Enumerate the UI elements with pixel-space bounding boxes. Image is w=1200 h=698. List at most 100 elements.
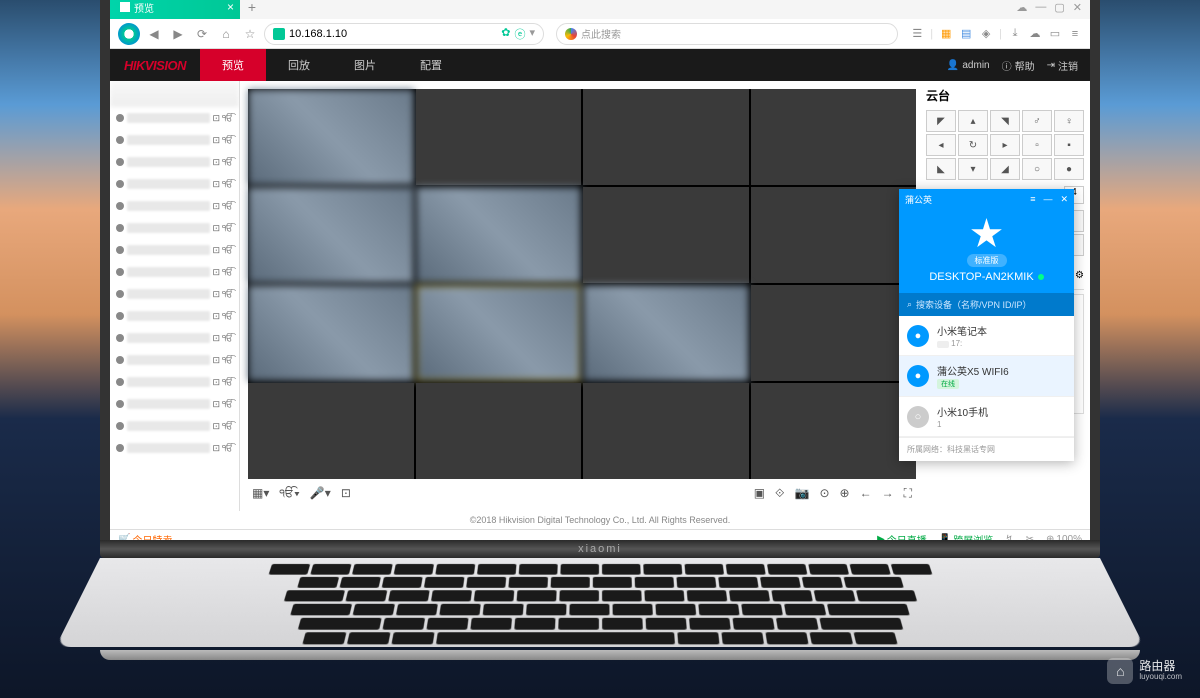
record-icon[interactable]: ⊡ <box>213 311 221 322</box>
menu-icon[interactable]: ☰ <box>910 27 924 41</box>
camera-item[interactable]: ⊡ੴ <box>110 415 239 437</box>
camera-item[interactable]: ⊡ੴ <box>110 349 239 371</box>
record-all-icon[interactable]: ⟐ <box>775 486 784 501</box>
ptz-up[interactable]: ▴ <box>958 110 988 132</box>
vpn-search-input[interactable]: ⌕ 搜索设备（名称/VPN ID/IP） <box>899 293 1074 316</box>
camera-item[interactable]: ⊡ੴ <box>110 261 239 283</box>
logout-button[interactable]: ⇥注销 <box>1047 58 1078 73</box>
stream-icon[interactable]: ੴ▾ <box>279 486 299 501</box>
video-cell[interactable] <box>583 187 749 283</box>
layout-icon[interactable]: ▦▾ <box>252 486 269 501</box>
menu-preview[interactable]: 预览 <box>200 49 266 81</box>
account-icon[interactable]: ▭ <box>1048 27 1062 41</box>
record-icon[interactable]: ⊙ <box>819 486 829 501</box>
ext-icon[interactable]: ▤ <box>959 27 973 41</box>
live-link[interactable]: ▶ 今日直播 <box>877 532 927 540</box>
camera-item[interactable]: ⊡ੴ <box>110 327 239 349</box>
snapshot-icon[interactable]: ੴ <box>222 333 233 344</box>
snapshot-icon[interactable]: ੴ <box>222 245 233 256</box>
camera-item[interactable]: ⊡ੴ <box>110 393 239 415</box>
menu-picture[interactable]: 图片 <box>332 49 398 81</box>
camera-item[interactable]: ⊡ੴ <box>110 283 239 305</box>
camera-item[interactable]: ⊡ੴ <box>110 239 239 261</box>
snapshot-icon[interactable]: ੴ <box>222 443 233 454</box>
ptz-down-left[interactable]: ◣ <box>926 158 956 180</box>
audio-icon[interactable]: 🎤▾ <box>310 486 331 501</box>
menu-config[interactable]: 配置 <box>398 49 464 81</box>
ptz-auto[interactable]: ↻ <box>958 134 988 156</box>
snapshot-icon[interactable]: ੴ <box>222 223 233 234</box>
zoom-display[interactable]: ⊕ 100% <box>1046 534 1082 540</box>
snapshot-icon[interactable]: ੴ <box>222 399 233 410</box>
camera-item[interactable]: ⊡ੴ <box>110 437 239 459</box>
snapshot-icon[interactable]: ੴ <box>222 311 233 322</box>
addr-ext-icon[interactable]: ⓔ <box>514 26 525 42</box>
browser-logo-icon[interactable] <box>118 23 140 45</box>
ptz-right[interactable]: ▸ <box>990 134 1020 156</box>
new-tab-button[interactable]: + <box>240 0 264 19</box>
record-icon[interactable]: ⊡ <box>213 135 221 146</box>
capture-icon[interactable]: 📷 <box>795 486 810 501</box>
record-icon[interactable]: ⊡ <box>213 377 221 388</box>
favorite-button[interactable]: ☆ <box>240 24 260 44</box>
video-cell[interactable] <box>416 89 582 185</box>
ptz-up-right[interactable]: ◥ <box>990 110 1020 132</box>
video-cell[interactable] <box>583 383 749 479</box>
video-cell[interactable] <box>751 383 917 479</box>
addr-dropdown-icon[interactable]: ▾ <box>529 26 535 42</box>
snapshot-icon[interactable]: ▣ <box>754 486 765 501</box>
prev-icon[interactable]: ← <box>860 486 872 501</box>
zoom-icon[interactable]: ⊕ <box>840 486 850 501</box>
record-icon[interactable]: ⊡ <box>213 399 221 410</box>
back-button[interactable]: ◀ <box>144 24 164 44</box>
extra-icon[interactable]: ↯ <box>1005 534 1013 540</box>
record-icon[interactable]: ⊡ <box>213 245 221 256</box>
search-box[interactable]: 点此搜索 <box>556 23 898 45</box>
video-cell[interactable] <box>248 285 414 381</box>
ptz-focus-far[interactable]: ▪ <box>1054 134 1084 156</box>
record-icon[interactable]: ⊡ <box>213 201 221 212</box>
snapshot-icon[interactable]: ੴ <box>222 289 233 300</box>
video-cell[interactable] <box>416 383 582 479</box>
browser-tab[interactable]: 预览 × <box>110 0 240 19</box>
snapshot-icon[interactable]: ੴ <box>222 377 233 388</box>
close-button[interactable]: ✕ <box>1073 1 1082 14</box>
ptz-down[interactable]: ▾ <box>958 158 988 180</box>
video-cell[interactable] <box>248 89 414 185</box>
snapshot-icon[interactable]: ੴ <box>222 113 233 124</box>
vpn-close[interactable]: ✕ <box>1060 194 1068 205</box>
record-icon[interactable]: ⊡ <box>213 355 221 366</box>
record-icon[interactable]: ⊡ <box>213 421 221 432</box>
ptz-zoom-in[interactable]: ♂ <box>1022 110 1052 132</box>
video-cell[interactable] <box>416 285 582 381</box>
vpn-device-item[interactable]: ●小米笔记本 17: <box>899 316 1074 356</box>
download-icon[interactable]: ⤓ <box>1008 27 1022 41</box>
record-icon[interactable]: ⊡ <box>213 223 221 234</box>
sale-link[interactable]: 🛒 今日特卖 <box>118 532 172 540</box>
menu-playback[interactable]: 回放 <box>266 49 332 81</box>
talk-icon[interactable]: ⊡ <box>341 486 351 501</box>
snapshot-icon[interactable]: ੴ <box>222 267 233 278</box>
video-cell[interactable] <box>751 187 917 283</box>
camera-item[interactable]: ⊡ੴ <box>110 107 239 129</box>
ptz-iris-close[interactable]: ● <box>1054 158 1084 180</box>
vpn-menu-icon[interactable]: ≡ <box>1030 194 1035 205</box>
ptz-focus-near[interactable]: ▫ <box>1022 134 1052 156</box>
help-button[interactable]: ⓘ帮助 <box>1002 58 1035 73</box>
ext-icon[interactable]: ◈ <box>979 27 993 41</box>
ptz-iris-open[interactable]: ○ <box>1022 158 1052 180</box>
record-icon[interactable]: ⊡ <box>213 267 221 278</box>
vpn-minimize[interactable]: — <box>1043 194 1052 205</box>
camera-item[interactable]: ⊡ੴ <box>110 151 239 173</box>
fullscreen-icon[interactable]: ⛶ <box>904 486 912 501</box>
minimize-button[interactable]: — <box>1035 1 1046 14</box>
video-cell[interactable] <box>751 285 917 381</box>
snapshot-icon[interactable]: ੴ <box>222 201 233 212</box>
snapshot-icon[interactable]: ੴ <box>222 421 233 432</box>
tab-close-icon[interactable]: × <box>227 0 234 14</box>
cloud-sync-icon[interactable]: ☁ <box>1028 27 1042 41</box>
ptz-down-right[interactable]: ◢ <box>990 158 1020 180</box>
cloud-icon[interactable]: ☁ <box>1016 1 1027 14</box>
camera-item[interactable]: ⊡ੴ <box>110 195 239 217</box>
forward-button[interactable]: ▶ <box>168 24 188 44</box>
